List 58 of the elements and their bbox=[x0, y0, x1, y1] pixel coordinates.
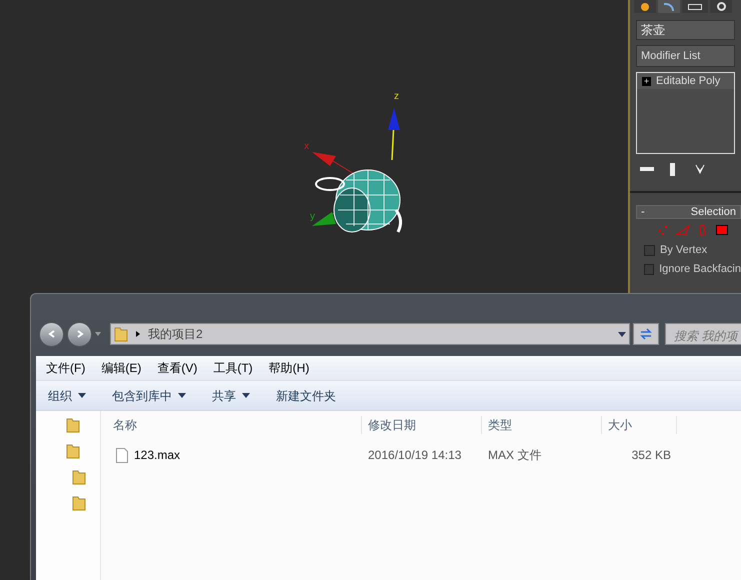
file-size: 352 KB bbox=[630, 447, 672, 464]
vertex-mode-icon[interactable] bbox=[658, 225, 668, 235]
file-type: MAX 文件 bbox=[487, 447, 542, 464]
checkbox-label: Ignore Backfacin bbox=[659, 262, 741, 278]
modified-date: 2016/10/19 14:13 bbox=[367, 447, 462, 464]
expand-toggle[interactable]: + bbox=[642, 76, 651, 86]
menu-item[interactable]: 编辑(E) bbox=[101, 359, 142, 377]
folder-icon bbox=[66, 443, 80, 459]
motion-tab-icon[interactable] bbox=[710, 0, 732, 13]
modifier-stack-item[interactable]: Editable Poly bbox=[656, 72, 720, 90]
caret-icon bbox=[178, 393, 186, 398]
make-unique-icon[interactable] bbox=[695, 164, 705, 174]
address-bar[interactable]: 我的项目2 bbox=[110, 323, 630, 345]
column-header[interactable]: 类型 bbox=[482, 416, 602, 434]
rollout-title: Selection bbox=[690, 206, 736, 218]
breadcrumb-arrow-icon bbox=[136, 331, 140, 337]
column-header[interactable]: 大小 bbox=[602, 416, 677, 434]
checkbox[interactable] bbox=[644, 245, 655, 256]
menu-item[interactable]: 文件(F) bbox=[46, 359, 86, 377]
polygon-mode-icon[interactable] bbox=[716, 225, 728, 235]
refresh-button[interactable] bbox=[633, 323, 659, 345]
modifier-list-dropdown[interactable]: Modifier List bbox=[636, 45, 735, 67]
border-mode-icon[interactable] bbox=[698, 224, 708, 236]
toolbar-button[interactable]: 包含到库中 bbox=[112, 386, 186, 404]
folder-icon bbox=[66, 417, 80, 433]
caret-icon bbox=[618, 332, 626, 336]
column-header[interactable]: 名称 bbox=[101, 416, 362, 434]
folder-icon bbox=[114, 326, 128, 342]
toolbar-button[interactable]: 共享 bbox=[212, 386, 250, 404]
checkbox-label: By Vertex bbox=[660, 243, 708, 258]
caret-icon bbox=[242, 393, 250, 398]
folder-icon bbox=[72, 495, 86, 511]
checkbox[interactable] bbox=[644, 264, 654, 275]
hierarchy-tab-icon[interactable] bbox=[682, 0, 708, 13]
toolbar-button[interactable]: 组织 bbox=[48, 386, 86, 404]
forward-button[interactable] bbox=[67, 322, 92, 346]
menu-item[interactable]: 帮助(H) bbox=[268, 359, 310, 377]
edge-mode-icon[interactable] bbox=[676, 225, 690, 235]
toolbar-button[interactable]: 新建文件夹 bbox=[276, 386, 336, 404]
axis-label: z bbox=[394, 92, 399, 102]
column-header[interactable]: 修改日期 bbox=[362, 416, 482, 434]
history-caret-icon[interactable] bbox=[95, 332, 101, 336]
axis-label: y bbox=[310, 212, 315, 222]
file-name[interactable]: 123.max bbox=[134, 446, 180, 464]
menu-item[interactable]: 工具(T) bbox=[213, 359, 253, 377]
back-button[interactable] bbox=[39, 322, 64, 346]
rollout-header[interactable]: - Selection bbox=[636, 205, 741, 219]
folder-icon bbox=[72, 469, 86, 485]
axis-label: x bbox=[304, 142, 309, 152]
menu-item[interactable]: 查看(V) bbox=[157, 359, 198, 377]
object-name-field[interactable]: 茶壶 bbox=[636, 20, 735, 40]
collapse-toggle[interactable]: - bbox=[641, 206, 645, 218]
file-icon bbox=[116, 448, 128, 462]
address-text: 我的项目2 bbox=[148, 326, 204, 343]
create-tab-icon[interactable] bbox=[634, 0, 656, 13]
refresh-icon bbox=[639, 328, 653, 340]
caret-icon bbox=[78, 393, 86, 398]
search-field[interactable]: 搜索 我的项 bbox=[665, 323, 741, 345]
